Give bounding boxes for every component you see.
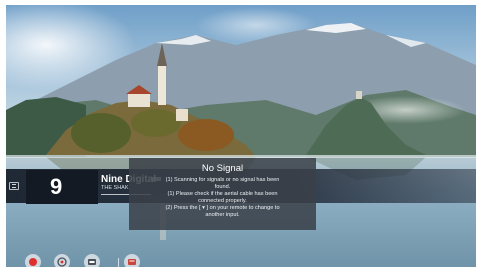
dialog-line: another input. — [205, 212, 240, 218]
channel-number-tile: 9 — [26, 170, 98, 204]
record-button[interactable] — [25, 254, 41, 267]
button-divider — [118, 258, 119, 267]
no-signal-dialog: No Signal (1) Scanning for signals or no… — [129, 158, 316, 230]
live-tv-button[interactable] — [124, 254, 140, 267]
channel-number: 9 — [50, 174, 63, 199]
dialog-line: (2) Press the [ ▾ ] on your remote to ch… — [165, 205, 280, 211]
dialog-line: found. — [214, 184, 231, 190]
timer-icon — [57, 257, 67, 267]
record-icon — [29, 258, 37, 266]
dialog-title: No Signal — [201, 163, 244, 174]
program-info-icon[interactable] — [9, 182, 19, 190]
timer-button[interactable] — [54, 254, 70, 267]
input-icon — [88, 259, 96, 265]
dialog-line: (1) Please check if the aerial cable has… — [167, 191, 278, 197]
dialog-line: connected properly. — [198, 198, 247, 204]
program-title: THE SHAK — [101, 185, 129, 191]
dialog-line: (1) Scanning for signals or no signal ha… — [165, 177, 280, 183]
tv-screen: 9 Nine Digital THE SHAK No Signal (1) Sc… — [6, 5, 476, 267]
input-button[interactable] — [84, 254, 100, 267]
live-tv-icon — [128, 259, 136, 265]
